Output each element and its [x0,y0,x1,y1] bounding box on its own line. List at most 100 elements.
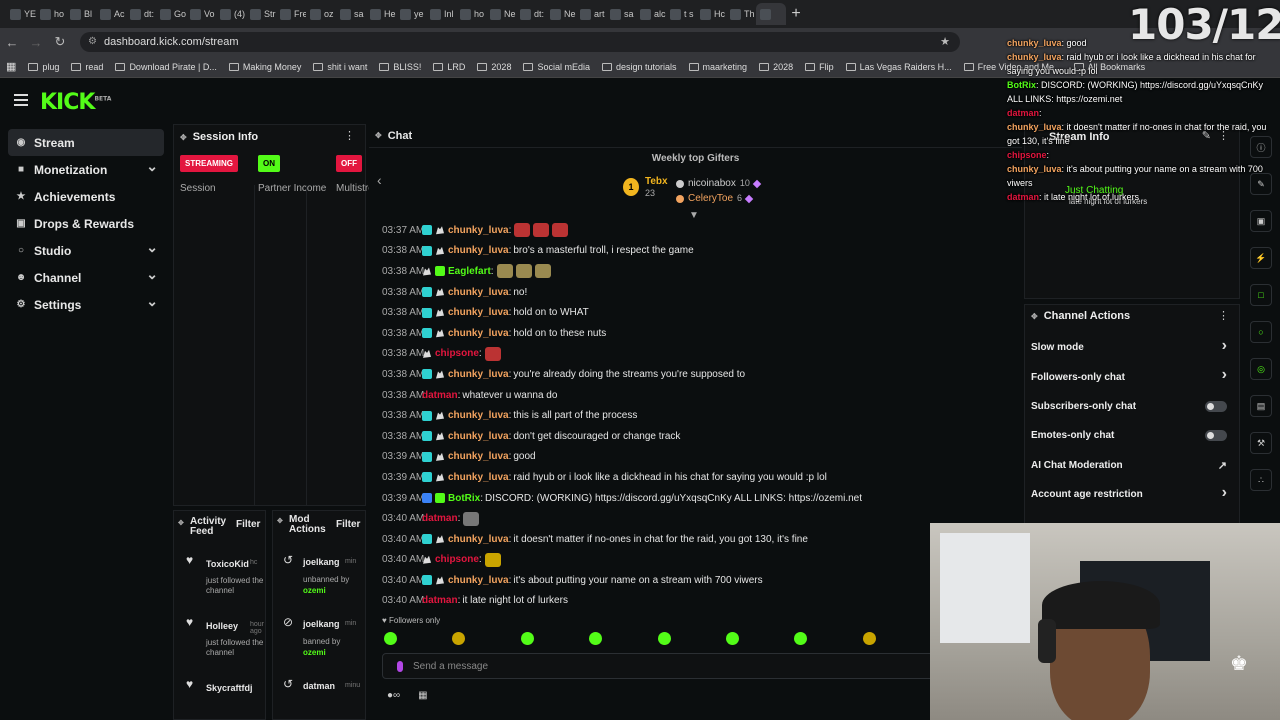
message-user[interactable]: datman [422,390,458,401]
message-user[interactable]: chunky_luva [448,307,509,318]
clipboard-icon[interactable]: □ [1250,284,1272,306]
bookmark-item[interactable]: Flip [805,62,834,72]
mod-user[interactable]: joelkang [303,557,340,567]
bookmark-item[interactable]: 2028 [759,62,793,72]
browser-tab[interactable]: ho [456,3,486,25]
bookmark-star-icon[interactable]: ★ [940,32,950,52]
toggle-switch[interactable] [1205,400,1227,412]
message-user[interactable]: chunky_luva [448,287,509,298]
activity-user[interactable]: Holleey [206,621,238,631]
mod-by[interactable]: ozemi [303,648,326,657]
bookmark-item[interactable]: maarketing [688,62,747,72]
browser-tab[interactable]: Ne [546,3,576,25]
browser-tab[interactable]: Bl [66,3,96,25]
browser-tab[interactable]: Ac [96,3,126,25]
drag-handle-icon[interactable]: ✥ [375,131,382,140]
browser-tab[interactable]: oz [306,3,336,25]
browser-tab[interactable]: Hc [696,3,726,25]
bookmark-item[interactable]: 2028 [477,62,511,72]
bookmark-item[interactable]: Making Money [228,62,301,72]
sidebar-item-achievements[interactable]: ★ Achievements [8,183,164,210]
browser-tab[interactable]: alc [636,3,666,25]
browser-tab[interactable]: sa [606,3,636,25]
bookmark-item[interactable]: read [71,62,103,72]
browser-tab[interactable]: Fre [276,3,306,25]
message-user[interactable]: chunky_luva [448,451,509,462]
channel-action-ai-chat-moderation[interactable]: AI Chat Moderation ↗ [1025,451,1239,480]
browser-tab[interactable]: Str [246,3,276,25]
session-menu-icon[interactable]: ⋮ [344,129,355,142]
bookmark-item[interactable]: Download Pirate | D... [115,62,217,72]
kick-logo[interactable]: KICKBETA [40,90,111,115]
layers-icon[interactable]: ▤ [1250,395,1272,417]
emote-icon[interactable] [452,632,466,645]
message-user[interactable]: chunky_luva [448,575,509,586]
activity-user[interactable]: ToxicoKid [206,559,249,569]
browser-tab[interactable]: art [576,3,606,25]
mod-by[interactable]: ozemi [303,586,326,595]
browser-tab[interactable]: dt: [516,3,546,25]
bookmark-item[interactable]: Las Vegas Raiders H... [845,62,952,72]
channel-action-slow-mode[interactable]: Slow mode › [1025,333,1239,362]
channel-action-emotes-only-chat[interactable]: Emotes-only chat [1025,421,1239,450]
message-user[interactable]: chunky_luva [448,431,509,442]
browser-tab[interactable]: ho [36,3,66,25]
drag-handle-icon[interactable]: ✥ [180,133,187,142]
toggle-switch[interactable] [1205,430,1227,442]
browser-tab[interactable]: Go [156,3,186,25]
site-info-icon[interactable]: ⚙ [88,32,97,52]
emote-icon[interactable] [384,632,397,645]
bookmark-item[interactable]: plug [28,62,59,72]
channel-action-account-age-restriction[interactable]: Account age restriction › [1025,480,1239,509]
channel-action-subscribers-only-chat[interactable]: Subscribers-only chat [1025,392,1239,421]
top-gifter-name[interactable]: Tebx [645,176,668,188]
emote-icon[interactable] [589,632,603,645]
chevron-right-icon[interactable]: › [1222,484,1227,502]
chat-settings-icon[interactable]: ●∞ [387,690,400,701]
chevron-down-icon[interactable]: ⌄ [146,293,158,310]
message-user[interactable]: datman [422,513,458,524]
channel-actions-menu-icon[interactable]: ⋮ [1218,309,1229,322]
message-user[interactable]: chunky_luva [448,245,509,256]
browser-tab[interactable]: Ne [486,3,516,25]
channel-action-followers-only-chat[interactable]: Followers-only chat › [1025,362,1239,391]
activity-filter-button[interactable]: Filter [236,519,260,530]
broadcast-icon[interactable]: ◎ [1250,358,1272,380]
reload-icon[interactable]: ↻ [48,34,72,50]
wrench-icon[interactable]: ⚒ [1250,432,1272,454]
gifter-row[interactable]: nicoinabox 10 [676,176,762,191]
message-user[interactable]: Eaglefart [448,266,491,277]
message-user[interactable]: chunky_luva [448,369,509,380]
bookmark-item[interactable]: shit i want [313,62,367,72]
new-tab-icon[interactable]: + [786,5,806,23]
emote-icon[interactable] [794,632,808,645]
browser-tab[interactable]: dt: [126,3,156,25]
bookmark-item[interactable]: BLISS! [379,62,421,72]
bookmark-item[interactable]: design tutorials [601,62,677,72]
message-user[interactable]: chunky_luva [448,328,509,339]
drag-handle-icon[interactable]: ✥ [277,517,283,527]
chevron-right-icon[interactable]: › [1222,366,1227,384]
browser-tab[interactable]: Inl [426,3,456,25]
forward-icon[interactable]: → [24,35,48,50]
chevron-down-icon[interactable]: ⌄ [146,158,158,175]
sidebar-item-settings[interactable]: ⚙ Settings ⌄ [8,291,164,318]
browser-tab[interactable] [756,3,786,25]
message-user[interactable]: chipsone [435,554,479,565]
bookmark-item[interactable]: LRD [433,62,465,72]
emote-icon[interactable] [657,632,671,645]
sidebar-item-stream[interactable]: ◉ Stream [8,129,164,156]
browser-tab[interactable]: Th [726,3,756,25]
browser-tab[interactable]: He [366,3,396,25]
sidebar-item-studio[interactable]: ○ Studio ⌄ [8,237,164,264]
lightning-icon[interactable]: ⚡ [1250,247,1272,269]
mod-user[interactable]: joelkang [303,619,340,629]
emote-icon[interactable] [725,632,739,645]
browser-tab[interactable]: Vo [186,3,216,25]
message-user[interactable]: chunky_luva [448,472,509,483]
message-user[interactable]: chunky_luva [448,534,509,545]
browser-tab[interactable]: t s [666,3,696,25]
message-user[interactable]: chunky_luva [448,225,509,236]
browser-tab[interactable]: sa [336,3,366,25]
drag-handle-icon[interactable]: ✥ [1031,312,1038,321]
